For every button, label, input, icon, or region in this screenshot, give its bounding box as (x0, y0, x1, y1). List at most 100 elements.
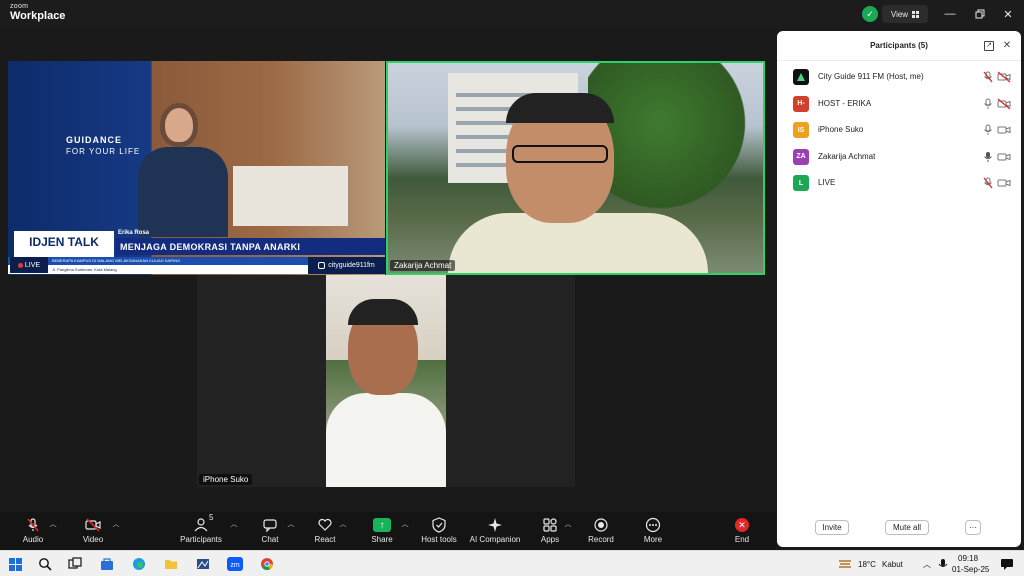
video-tile-active-speaker[interactable]: Zakarija Achmat (386, 61, 765, 275)
heart-icon (317, 516, 333, 534)
participant-row[interactable]: L LIVE (777, 169, 1021, 195)
brand-bottom: Workplace (10, 10, 66, 22)
camera-icon[interactable] (997, 123, 1011, 135)
invite-button[interactable]: Invite (815, 520, 849, 535)
participants-button[interactable]: Participants (180, 516, 222, 548)
windows-taskbar: zm 18°C Kabut ︿ 09:18 01-Sep-25 (0, 550, 1024, 576)
portrait-video (326, 275, 446, 487)
video-label: Video (82, 535, 104, 544)
clock-time: 09:18 (958, 554, 979, 563)
search-icon[interactable] (36, 555, 54, 573)
mic-muted-icon[interactable] (982, 176, 994, 189)
zoom-app: zoom Workplace ✓ View — ✕ GUIDANCE FOR Y… (0, 0, 1024, 576)
host-person (138, 101, 228, 237)
social-handle: cityguide911fm (308, 257, 385, 274)
participant-row[interactable]: H- HOST - ERIKA (777, 90, 1021, 116)
share-screen-icon: ↑ (373, 516, 391, 534)
windows-start-icon[interactable] (6, 555, 24, 573)
studio-shelf (233, 166, 348, 226)
record-button[interactable]: Record (586, 516, 616, 548)
microphone-tray-icon[interactable] (934, 555, 952, 573)
notification-icon[interactable] (998, 555, 1016, 573)
apps-label: Apps (540, 535, 560, 544)
apps-icon (542, 516, 558, 534)
video-tile-studio[interactable]: GUIDANCE FOR YOUR LIFE IDJEN TALK Erika … (8, 61, 385, 275)
temperature: 18°C (858, 560, 876, 569)
participant-name: Zakarija Achmat (818, 151, 876, 161)
participants-options-chevron-icon[interactable]: ︿ (230, 520, 238, 528)
camera-icon[interactable] (997, 150, 1011, 162)
share-options-chevron-icon[interactable]: ︿ (401, 520, 409, 528)
mute-all-button[interactable]: Mute all (885, 520, 929, 535)
guidance-line1: GUIDANCE (66, 135, 123, 145)
restore-icon[interactable] (970, 4, 990, 24)
sparkle-icon (487, 516, 503, 534)
more-button[interactable]: More (640, 516, 666, 548)
security-shield-icon[interactable]: ✓ (862, 6, 878, 22)
chat-options-chevron-icon[interactable]: ︿ (287, 520, 295, 528)
task-view-icon[interactable] (66, 555, 84, 573)
participant-row[interactable]: IS iPhone Suko (777, 116, 1021, 142)
end-call-icon: ✕ (735, 516, 749, 534)
panel-title: Participants (5) (870, 41, 928, 50)
zoom-brand: zoom Workplace (10, 3, 65, 22)
handle-text: cityguide911fm (328, 262, 375, 269)
zoom-taskbar-icon[interactable]: zm (226, 555, 244, 573)
participant-avatar: H- (793, 95, 809, 112)
panel-more-button[interactable]: ··· (965, 520, 981, 535)
participant-name: LIVE (818, 178, 836, 187)
mic-icon[interactable] (982, 123, 994, 135)
edge-browser-icon[interactable] (130, 555, 148, 573)
audio-button[interactable]: Audio (18, 516, 48, 548)
view-label: View (890, 9, 909, 19)
popout-icon[interactable]: ↗ (984, 41, 994, 51)
end-label: End (734, 535, 750, 544)
apps-button[interactable]: Apps (538, 516, 562, 548)
ai-companion-button[interactable]: AI Companion (468, 516, 522, 548)
mic-icon[interactable] (982, 150, 994, 162)
close-panel-icon[interactable]: ✕ (1001, 39, 1013, 51)
camera-off-icon[interactable] (997, 70, 1011, 83)
record-icon (593, 516, 609, 534)
grid-view-icon (912, 10, 920, 18)
participants-icon (193, 516, 209, 534)
host-tools-label: Host tools (421, 535, 457, 544)
mic-muted-icon[interactable] (982, 70, 994, 83)
share-label: Share (371, 535, 393, 544)
video-stage: GUIDANCE FOR YOUR LIFE IDJEN TALK Erika … (0, 28, 776, 512)
chat-button[interactable]: Chat (256, 516, 284, 548)
chat-label: Chat (261, 535, 279, 544)
backdrop-guidance-text: GUIDANCE FOR YOUR LIFE (66, 135, 140, 157)
chat-icon (262, 516, 278, 534)
video-button[interactable]: Video (78, 516, 108, 548)
participant-row[interactable]: City Guide 911 FM (Host, me) (777, 63, 1021, 89)
participants-count-badge: 5 (209, 513, 214, 522)
app-icon[interactable] (194, 555, 212, 573)
apps-options-chevron-icon[interactable]: ︿ (564, 520, 572, 528)
video-tile-iphone[interactable]: iPhone Suko (197, 275, 575, 487)
file-explorer-icon[interactable] (162, 555, 180, 573)
weather-icon[interactable] (836, 555, 854, 573)
react-button[interactable]: React (310, 516, 340, 548)
react-options-chevron-icon[interactable]: ︿ (339, 520, 347, 528)
camera-off-icon[interactable] (997, 97, 1011, 109)
view-button[interactable]: View (882, 5, 928, 23)
participant-row[interactable]: ZA Zakarija Achmat (777, 143, 1021, 169)
camera-icon[interactable] (997, 176, 1011, 188)
address-strip: Jl. Panglima Sudirman, Kota Malang (8, 265, 308, 274)
chrome-icon[interactable] (258, 555, 276, 573)
camera-off-icon (84, 516, 102, 534)
end-meeting-button[interactable]: ✕ End (730, 516, 754, 548)
mic-icon[interactable] (982, 97, 994, 109)
live-dot-icon (17, 262, 23, 268)
share-button[interactable]: ↑ Share (368, 516, 396, 548)
host-tools-button[interactable]: Host tools (420, 516, 458, 548)
video-options-chevron-icon[interactable]: ︿ (112, 520, 120, 528)
participant-nameplate: iPhone Suko (199, 474, 253, 485)
mic-muted-icon (25, 516, 41, 534)
close-window-icon[interactable]: ✕ (998, 4, 1018, 24)
minimize-icon[interactable]: — (940, 4, 960, 24)
store-icon[interactable] (98, 555, 116, 573)
participants-label: Participants (180, 535, 222, 544)
audio-options-chevron-icon[interactable]: ︿ (49, 520, 57, 528)
